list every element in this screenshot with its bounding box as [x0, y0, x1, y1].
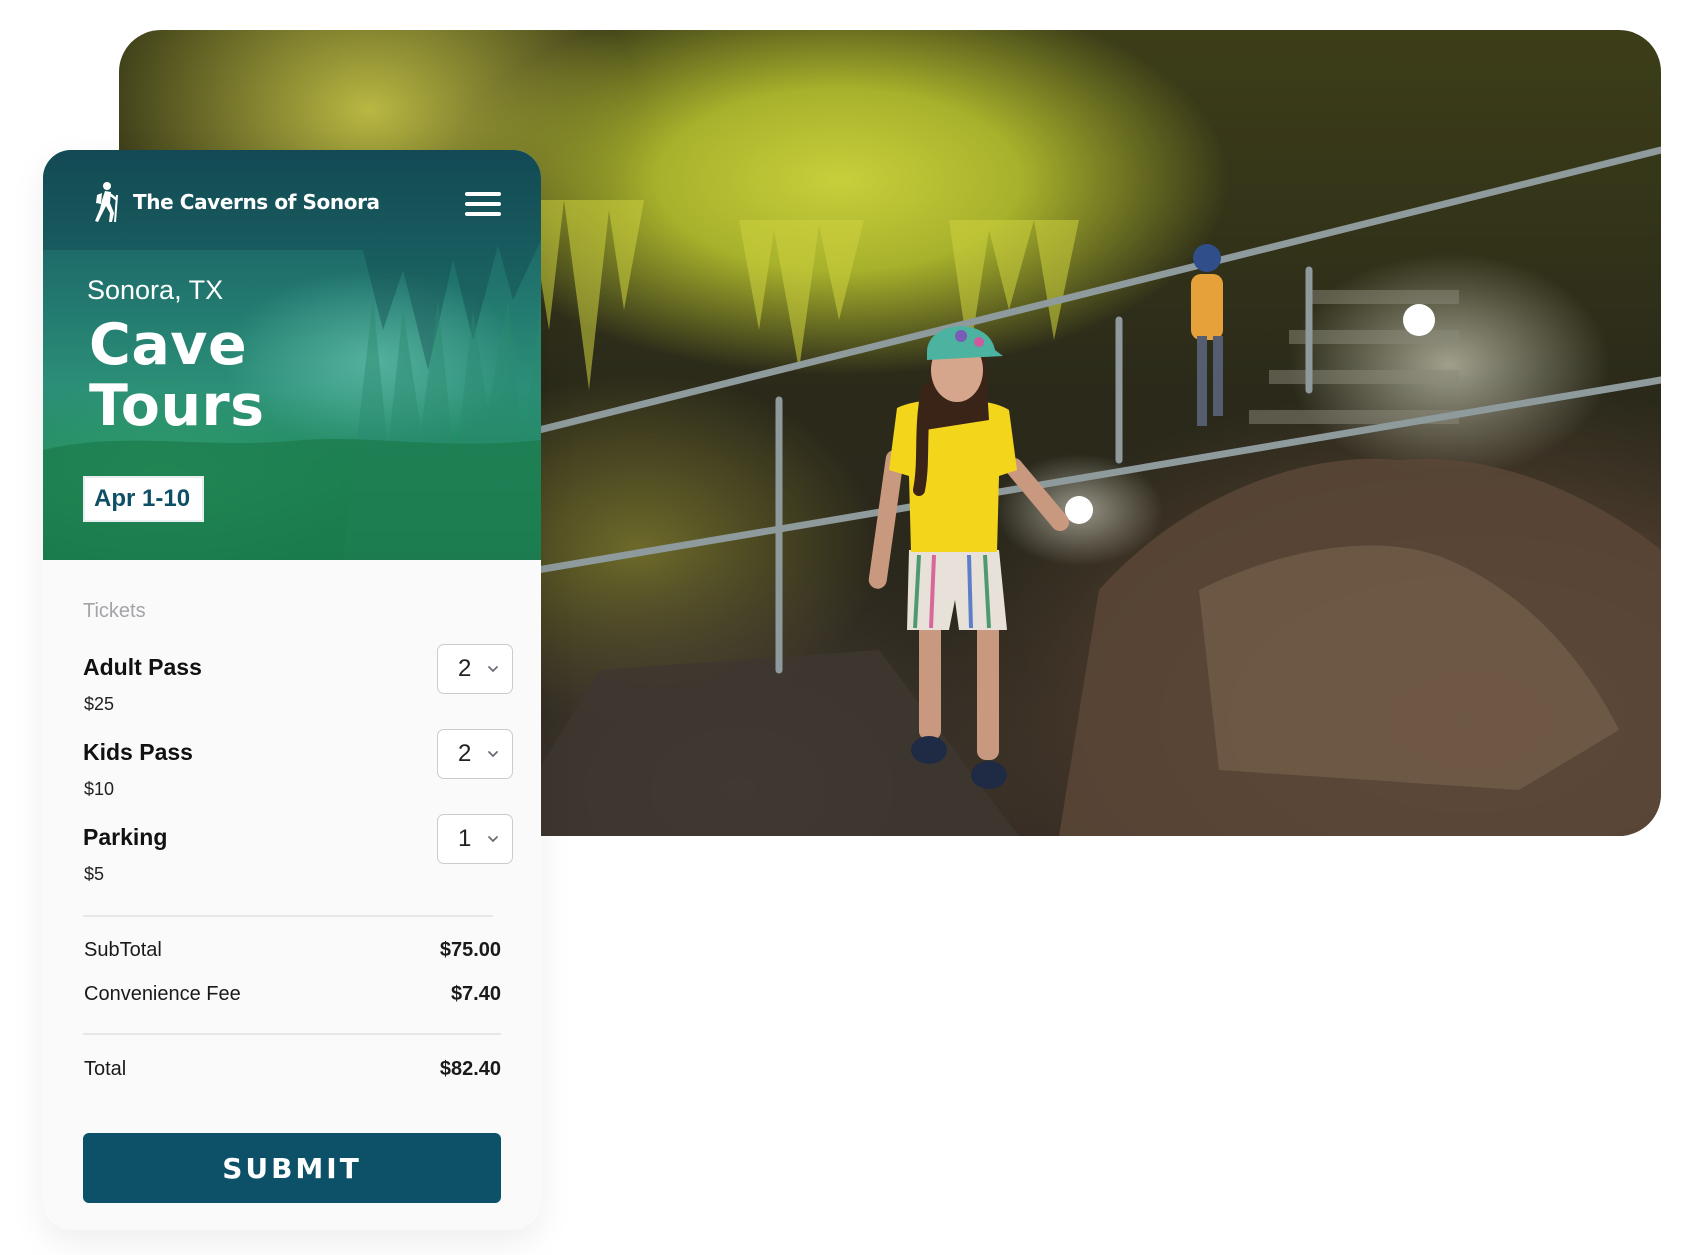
quantity-value: 2: [458, 740, 472, 767]
adult-pass-quantity-select[interactable]: 2: [437, 644, 513, 694]
submit-button[interactable]: SUBMIT: [83, 1133, 501, 1203]
page-title: Cave Tours: [89, 315, 389, 437]
hamburger-menu-icon[interactable]: [465, 192, 501, 216]
ticket-name: Adult Pass: [83, 654, 202, 680]
brand-logo[interactable]: The Caverns of Sonora: [91, 180, 380, 224]
quantity-value: 2: [458, 655, 472, 682]
total-label: Total: [84, 1058, 127, 1080]
total-row: Total $82.40: [83, 1058, 501, 1084]
convenience-fee-value: $7.40: [450, 983, 501, 1005]
ticket-price: $10: [84, 779, 115, 799]
total-value: $82.40: [439, 1058, 501, 1080]
ticket-price: $5: [84, 864, 105, 884]
ticket-row-parking: Parking $5 1: [83, 814, 513, 894]
card-header-banner: The Caverns of Sonora Sonora, TX Cave To…: [43, 150, 541, 560]
brand-name: The Caverns of Sonora: [133, 190, 380, 214]
ticket-name: Parking: [83, 824, 168, 850]
ticket-row-adult-pass: Adult Pass $25 2: [83, 644, 513, 724]
quantity-value: 1: [458, 825, 472, 852]
chevron-down-icon: [488, 751, 498, 758]
convenience-fee-row: Convenience Fee $7.40: [83, 983, 501, 1009]
date-range-badge: Apr 1-10: [83, 476, 205, 522]
chevron-down-icon: [488, 666, 498, 673]
divider: [83, 1033, 501, 1035]
ticket-price: $25: [84, 694, 115, 714]
tickets-section-label: Tickets: [83, 600, 146, 622]
subtotal-row: SubTotal $75.00: [83, 939, 501, 965]
hiker-icon: [95, 182, 118, 223]
divider: [83, 915, 493, 917]
page-title-line-2: Tours: [89, 373, 265, 439]
convenience-fee-label: Convenience Fee: [84, 983, 241, 1005]
subtotal-label: SubTotal: [84, 939, 162, 961]
subtotal-value: $75.00: [439, 939, 501, 961]
location-text: Sonora, TX: [87, 275, 224, 305]
parking-quantity-select[interactable]: 1: [437, 814, 513, 864]
page-title-line-1: Cave: [89, 312, 248, 378]
kids-pass-quantity-select[interactable]: 2: [437, 729, 513, 779]
ticket-name: Kids Pass: [83, 739, 193, 765]
chevron-down-icon: [488, 836, 498, 843]
booking-card: The Caverns of Sonora Sonora, TX Cave To…: [43, 150, 541, 1230]
ticket-row-kids-pass: Kids Pass $10 2: [83, 729, 513, 809]
